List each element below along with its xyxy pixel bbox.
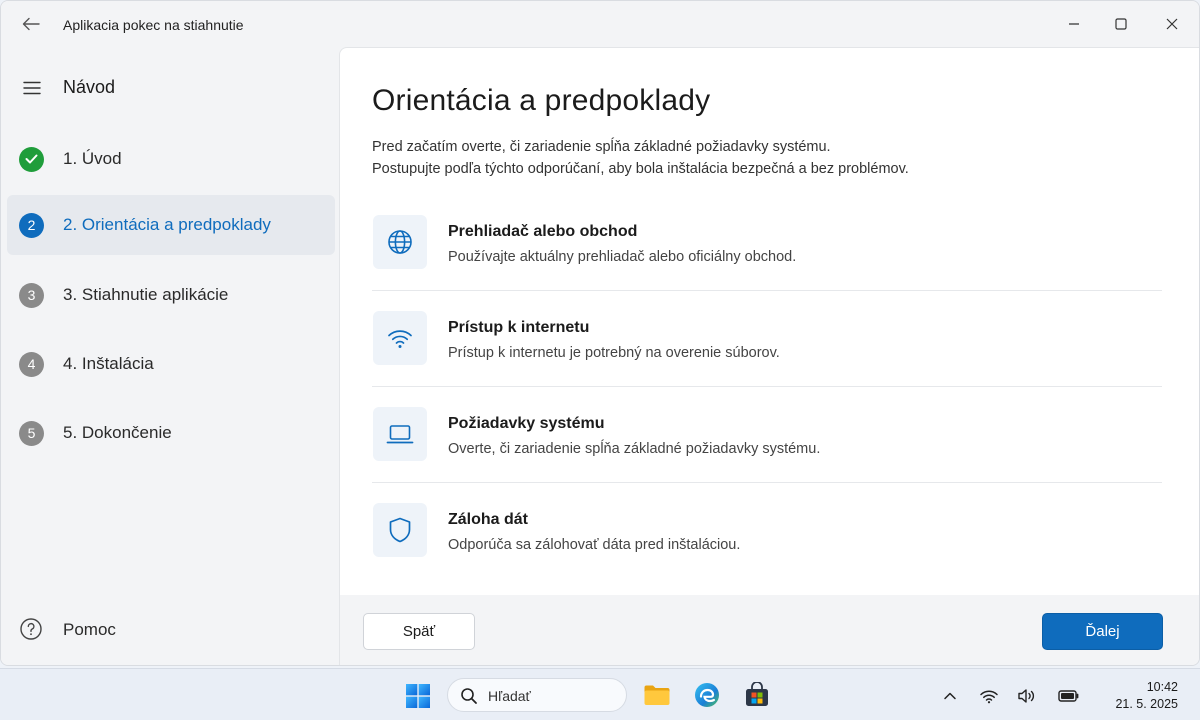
requirement-desc: Odporúča sa zálohovať dáta pred inštalác… [448, 537, 741, 553]
maximize-button[interactable] [1098, 7, 1144, 41]
sidebar: Návod 1. Úvod 2 2. Orientácia a predpokl… [1, 47, 339, 665]
requirement-system: Požiadavky systému Overte, či zariadenie… [372, 391, 1162, 487]
main-content: Orientácia a predpoklady Pred začatím ov… [339, 47, 1199, 595]
microsoft-store-button[interactable] [742, 680, 772, 710]
window-title: Aplikacia pokec na stiahnutie [63, 17, 244, 33]
minimize-button[interactable] [1051, 7, 1097, 41]
laptop-icon [373, 407, 427, 461]
hamburger-menu-button[interactable] [19, 75, 45, 101]
edge-browser-button[interactable] [692, 680, 722, 710]
intro-line: Pred začatím overte, či zariadenie spĺňa… [372, 139, 831, 155]
minimize-icon [1069, 23, 1079, 25]
system-clock[interactable]: 10:42 21. 5. 2025 [1098, 679, 1178, 713]
step-number-badge: 2 [19, 212, 44, 238]
shield-icon [373, 503, 427, 557]
app-window: Aplikacia pokec na stiahnutie Návod 1. Ú… [0, 0, 1200, 666]
battery-icon [1058, 690, 1079, 702]
taskbar: Hľadať 10:42 21. 5. 2025 [0, 668, 1200, 720]
divider [372, 290, 1162, 291]
volume-status[interactable] [1016, 685, 1038, 707]
step-completion[interactable]: 5 5. Dokončenie [7, 403, 335, 463]
page-title: Orientácia a predpoklady [372, 84, 711, 117]
start-button[interactable] [403, 681, 433, 711]
step-label: 2. Orientácia a predpoklady [63, 215, 271, 234]
requirement-desc: Používajte aktuálny prehliadač alebo ofi… [448, 249, 797, 265]
step-download[interactable]: 3 3. Stiahnutie aplikácie [7, 265, 335, 325]
requirement-title: Prístup k internetu [448, 319, 590, 336]
divider [372, 482, 1162, 483]
step-label: 4. Inštalácia [63, 354, 154, 373]
requirement-browser: Prehliadač alebo obchod Používajte aktuá… [372, 199, 1162, 295]
speaker-icon [1018, 689, 1035, 703]
windows-logo-icon [406, 684, 430, 708]
file-explorer-button[interactable] [642, 680, 672, 710]
store-icon [746, 682, 768, 706]
arrow-left-icon [22, 17, 40, 31]
back-arrow-button[interactable] [17, 11, 45, 37]
step-label: 1. Úvod [63, 149, 122, 168]
next-button[interactable]: Ďalej [1042, 613, 1163, 650]
intro-line: Postupujte podľa týchto odporúčaní, aby … [372, 161, 909, 177]
globe-icon [373, 215, 427, 269]
wifi-icon [980, 690, 998, 704]
clock-date: 21. 5. 2025 [1115, 697, 1178, 711]
step-number-badge: 4 [19, 351, 44, 377]
network-status[interactable] [978, 685, 1000, 707]
step-installation[interactable]: 4 4. Inštalácia [7, 334, 335, 394]
help-circle-icon [20, 618, 42, 640]
step-number-badge: 3 [19, 282, 44, 308]
step-number-badge: 5 [19, 420, 44, 446]
hamburger-icon [23, 81, 41, 95]
requirement-backup: Záloha dát Odporúča sa zálohovať dáta pr… [372, 487, 1162, 583]
step-label: 3. Stiahnutie aplikácie [63, 285, 229, 304]
intro-text: Pred začatím overte, či zariadenie spĺňa… [372, 136, 909, 180]
folder-icon [644, 685, 670, 705]
show-hidden-icons-button[interactable] [939, 685, 961, 707]
chevron-up-icon [944, 692, 956, 700]
maximize-icon [1115, 18, 1127, 30]
edge-icon [695, 683, 719, 707]
requirement-desc: Prístup k internetu je potrebný na overe… [448, 345, 780, 361]
step-label: 5. Dokončenie [63, 423, 172, 442]
step-intro[interactable]: 1. Úvod [7, 129, 335, 189]
back-button[interactable]: Späť [363, 613, 475, 650]
divider [372, 386, 1162, 387]
search-icon [461, 688, 477, 704]
check-circle-icon [19, 146, 44, 172]
clock-time: 10:42 [1146, 680, 1178, 694]
requirement-desc: Overte, či zariadenie spĺňa základné pož… [448, 441, 821, 457]
requirement-title: Požiadavky systému [448, 415, 605, 432]
wizard-footer: Späť Ďalej [339, 595, 1199, 665]
requirement-title: Záloha dát [448, 511, 529, 528]
close-icon [1166, 18, 1178, 30]
sidebar-title: Návod [63, 77, 116, 97]
close-button[interactable] [1149, 7, 1195, 41]
battery-status[interactable] [1058, 685, 1080, 707]
help-link[interactable]: Pomoc [19, 617, 116, 641]
wifi-icon [373, 311, 427, 365]
requirement-title: Prehliadač alebo obchod [448, 223, 638, 240]
taskbar-search[interactable]: Hľadať [447, 678, 627, 712]
title-bar: Aplikacia pokec na stiahnutie [1, 1, 1199, 47]
search-placeholder: Hľadať [488, 688, 531, 704]
requirement-internet: Prístup k internetu Prístup k internetu … [372, 295, 1162, 391]
help-label: Pomoc [63, 620, 116, 639]
step-orientation[interactable]: 2 2. Orientácia a predpoklady [7, 195, 335, 255]
